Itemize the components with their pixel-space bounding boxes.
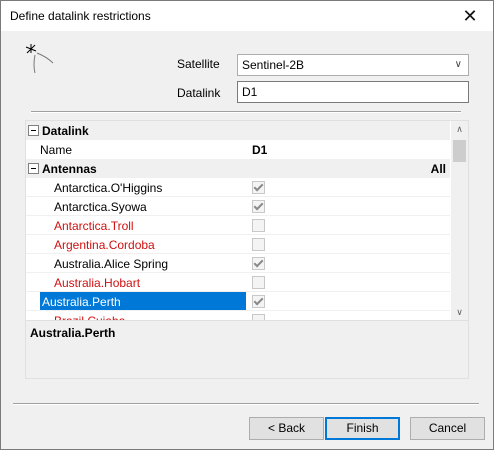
antenna-name-cell[interactable]: Antarctica.Syowa [40, 197, 246, 216]
antenna-name: Australia.Hobart [54, 276, 141, 290]
divider [31, 111, 461, 113]
antenna-name-cell[interactable]: Australia.Alice Spring [40, 254, 246, 273]
antenna-name-cell[interactable]: Australia.Perth [40, 292, 246, 311]
datalink-label: Datalink [177, 86, 221, 100]
property-value: D1 [252, 143, 268, 157]
antenna-name: Australia.Alice Spring [54, 257, 169, 271]
back-button[interactable]: < Back [249, 417, 324, 440]
property-grid[interactable]: Datalink Name D1 Antennas All Antarctica… [25, 120, 469, 322]
antenna-checkbox[interactable] [252, 219, 265, 232]
antenna-name-cell[interactable]: Australia.Hobart [40, 273, 246, 292]
antenna-row[interactable]: Antarctica.Syowa [26, 197, 450, 216]
close-icon[interactable]: ✕ [447, 1, 493, 31]
satellite-select-value: Sentinel-2B [242, 58, 305, 72]
window-title: Define datalink restrictions [10, 9, 151, 23]
antenna-checkbox[interactable] [252, 238, 265, 251]
antenna-name-cell[interactable]: Antarctica.Troll [40, 216, 246, 235]
category-label: Antennas [42, 162, 97, 176]
antenna-row[interactable]: Australia.Hobart [26, 273, 450, 292]
dialog-window: Define datalink restrictions ✕ Satellite… [0, 0, 494, 450]
antenna-name: Antarctica.Syowa [54, 200, 147, 214]
antenna-name: Antarctica.Troll [54, 219, 134, 233]
antenna-checkbox[interactable] [252, 257, 265, 270]
antenna-row[interactable]: Australia.Alice Spring [26, 254, 450, 273]
category-label: Datalink [42, 124, 89, 138]
antenna-name: Argentina.Cordoba [54, 238, 155, 252]
all-label: All [430, 162, 446, 176]
antenna-row[interactable]: Argentina.Cordoba [26, 235, 450, 254]
finish-button[interactable]: Finish [325, 417, 400, 440]
property-name: Name [40, 143, 73, 157]
antenna-row[interactable]: Antarctica.Troll [26, 216, 450, 235]
property-row-name[interactable]: Name D1 [26, 140, 450, 159]
antenna-name: Australia.Perth [42, 295, 121, 309]
collapse-icon[interactable] [28, 125, 39, 136]
scroll-thumb[interactable] [453, 140, 466, 162]
collapse-icon[interactable] [28, 163, 39, 174]
antenna-checkbox[interactable] [252, 181, 265, 194]
vertical-scrollbar[interactable]: ∧ ∨ [451, 121, 468, 321]
satellite-select[interactable]: Sentinel-2B ∨ [237, 54, 469, 76]
title-bar: Define datalink restrictions ✕ [1, 1, 493, 31]
divider [13, 403, 479, 405]
description-title: Australia.Perth [30, 326, 116, 340]
description-panel: Australia.Perth [25, 320, 469, 379]
antenna-row[interactable]: Antarctica.O'Higgins [26, 178, 450, 197]
antenna-checkbox[interactable] [252, 276, 265, 289]
datalink-input-value: D1 [242, 85, 258, 99]
datalink-input[interactable]: D1 [237, 81, 469, 103]
antenna-row[interactable]: Australia.Perth [26, 292, 450, 311]
cancel-button[interactable]: Cancel [410, 417, 485, 440]
scroll-up-icon[interactable]: ∧ [451, 121, 468, 138]
antenna-name-cell[interactable]: Argentina.Cordoba [40, 235, 246, 254]
satellite-label: Satellite [177, 57, 220, 71]
antenna-name-cell[interactable]: Antarctica.O'Higgins [40, 178, 246, 197]
category-antennas[interactable]: Antennas All [26, 159, 450, 178]
satellite-icon [25, 44, 54, 74]
antenna-checkbox[interactable] [252, 200, 265, 213]
antenna-name: Antarctica.O'Higgins [54, 181, 163, 195]
category-datalink[interactable]: Datalink [26, 121, 450, 140]
scroll-down-icon[interactable]: ∨ [451, 304, 468, 321]
chevron-down-icon[interactable]: ∨ [455, 59, 462, 70]
antenna-checkbox[interactable] [252, 295, 265, 308]
